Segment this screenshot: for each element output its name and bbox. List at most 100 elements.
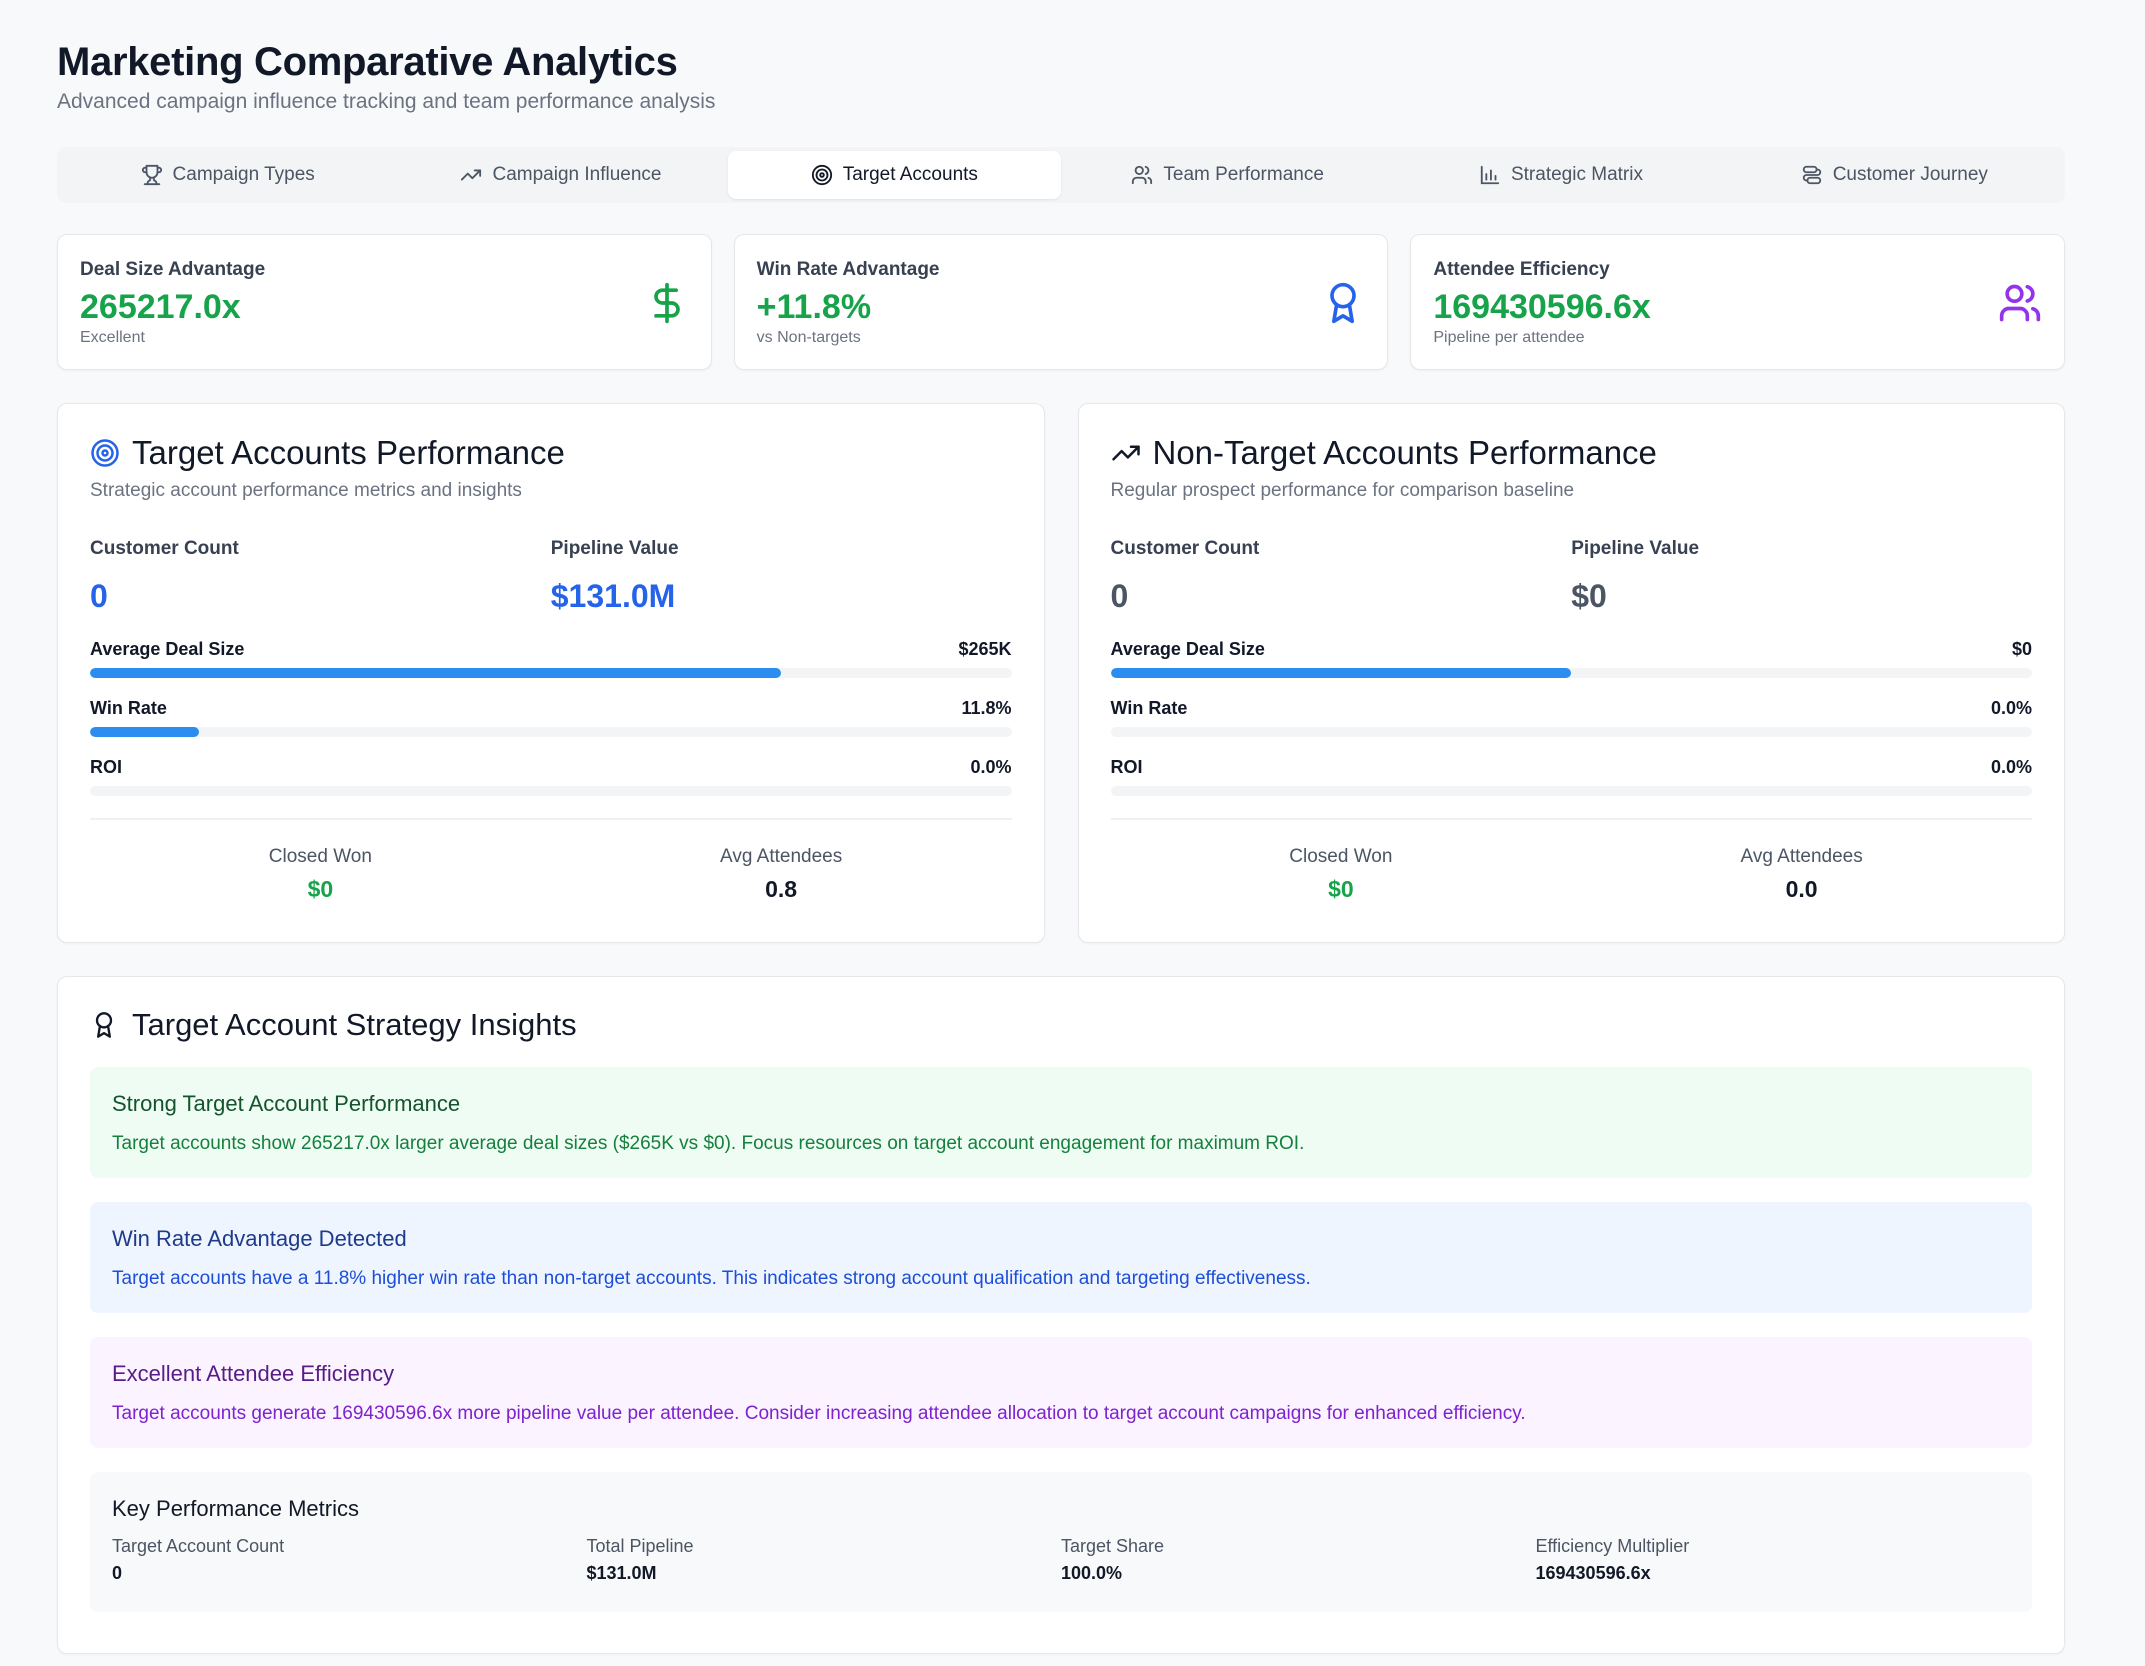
page-subtitle: Advanced campaign influence tracking and… [57,90,716,113]
kpi-sub: Excellent [80,329,145,346]
key-metric: Total Pipeline $131.0M [587,1536,1062,1584]
bar-value: 0.0% [970,757,1012,777]
card-header: Target Accounts Performance [90,434,1012,472]
metric-label: Customer Count [1110,538,1260,559]
progress-fill [90,668,782,678]
bar-label: Average Deal Size [90,639,245,659]
target-accounts-card: Target Accounts Performance Strategic ac… [57,403,1045,943]
metric-customer-count: Customer Count 0 [1111,538,1572,615]
insight-win-rate: Win Rate Advantage Detected Target accou… [90,1202,2032,1313]
tab-target-accounts[interactable]: Target Accounts [727,151,1061,199]
insights-title: Target Account Strategy Insights [132,1007,577,1042]
bar-label: ROI [1110,757,1143,777]
bar-value: 0.0% [1990,757,2032,777]
key-metrics-title: Key Performance Metrics [112,1496,359,1521]
users-icon [1999,284,2041,322]
route-icon [1802,165,1821,185]
tab-label: Strategic Matrix [1510,164,1643,185]
tab-strategic-matrix[interactable]: Strategic Matrix [1394,151,1727,199]
key-metric: Efficiency Multiplier 169430596.6x [1536,1536,2011,1584]
metric-value: $131.0M [550,578,676,614]
progress-track [1110,668,2032,678]
key-metric-value: 0 [112,1563,123,1583]
kpi-value: +11.8% [756,288,872,326]
bar-chart-icon [1480,165,1500,185]
kpi-label: Attendee Efficiency [1433,259,1610,280]
strategy-insights-card: Target Account Strategy Insights Strong … [57,976,2065,1654]
card-subtitle: Regular prospect performance for compari… [1110,480,1575,501]
bar-label: ROI [90,757,123,777]
key-metric-value: 100.0% [1061,1563,1123,1583]
foot-label: Avg Attendees [1740,846,1863,867]
key-metric-label: Total Pipeline [586,1536,694,1556]
divider [90,818,1012,820]
tab-label: Target Accounts [842,164,978,185]
avg-deal-size-bar: Average Deal Size $0 [1110,639,2032,678]
kpi-value: 265217.0x [80,288,241,326]
metric-value: $0 [1571,578,1607,614]
tab-customer-journey[interactable]: Customer Journey [1728,151,2061,199]
key-metric-value: 169430596.6x [1535,1563,1651,1583]
roi-bar: ROI 0.0% [90,757,1012,796]
kpi-card-win-rate: Win Rate Advantage +11.8% vs Non-targets [733,234,1389,370]
metric-value: 0 [1110,578,1129,614]
metric-grid: Customer Count 0 Pipeline Value $131.0M [90,538,1012,615]
card-footer: Closed Won $0 Avg Attendees 0.8 [90,846,1012,903]
key-metric-label: Efficiency Multiplier [1535,1536,1690,1556]
insight-title: Strong Target Account Performance [112,1091,461,1116]
metric-grid: Customer Count 0 Pipeline Value $0 [1111,538,2033,615]
tab-campaign-types[interactable]: Campaign Types [61,151,394,199]
foot-label: Avg Attendees [720,846,843,867]
kpi-label: Deal Size Advantage [80,259,266,280]
kpi-value: 169430596.6x [1433,288,1651,326]
progress-fill [90,727,199,737]
foot-label: Closed Won [268,846,372,867]
kpi-sub: vs Non-targets [756,329,861,346]
insight-text: Target accounts have a 11.8% higher win … [112,1268,1311,1289]
page-title: Marketing Comparative Analytics [57,40,678,84]
roi-bar: ROI 0.0% [1110,757,2032,796]
win-rate-bar: Win Rate 0.0% [1110,698,2032,737]
foot-value: 0.0 [1785,876,1818,902]
win-rate-bar: Win Rate 11.8% [90,698,1012,737]
insight-title: Excellent Attendee Efficiency [112,1361,395,1386]
tab-team-performance[interactable]: Team Performance [1061,151,1394,199]
metric-pipeline-value: Pipeline Value $131.0M [551,538,1012,615]
progress-track [90,668,1012,678]
tab-campaign-influence[interactable]: Campaign Influence [394,151,727,199]
non-target-accounts-card: Non-Target Accounts Performance Regular … [1077,403,2065,943]
kpi-row: Deal Size Advantage 265217.0x Excellent … [57,234,2066,370]
insight-attendee-efficiency: Excellent Attendee Efficiency Target acc… [90,1337,2032,1448]
metric-label: Customer Count [90,538,239,559]
insight-strong-performance: Strong Target Account Performance Target… [90,1067,2032,1178]
insight-text: Target accounts generate 169430596.6x mo… [112,1403,1526,1424]
bar-value: $0 [2011,639,2032,659]
kpi-label: Win Rate Advantage [756,259,940,280]
key-performance-metrics: Key Performance Metrics Target Account C… [90,1472,2032,1612]
card-subtitle: Strategic account performance metrics an… [90,480,522,501]
foot-value: $0 [1328,876,1354,902]
bar-value: 0.0% [1990,698,2032,718]
bar-value: $265K [958,639,1012,659]
metric-customer-count: Customer Count 0 [90,538,551,615]
insight-text: Target accounts show 265217.0x larger av… [112,1133,1305,1154]
avg-attendees: Avg Attendees 0.8 [551,846,1012,903]
card-header: Non-Target Accounts Performance [1111,434,2033,472]
metric-label: Pipeline Value [550,538,679,559]
insight-title: Win Rate Advantage Detected [112,1226,407,1251]
insights-header: Target Account Strategy Insights [90,1007,2032,1043]
progress-fill [1110,668,1572,678]
progress-track [1110,786,2032,796]
target-icon [811,164,832,186]
key-metric: Target Account Count 0 [112,1536,587,1584]
divider [1110,818,2032,820]
performance-row: Target Accounts Performance Strategic ac… [57,403,2065,943]
foot-value: $0 [307,876,334,902]
card-footer: Closed Won $0 Avg Attendees 0.0 [1111,846,2033,903]
award-icon [95,1012,113,1038]
metric-pipeline-value: Pipeline Value $0 [1571,538,2032,615]
kpi-sub: Pipeline per attendee [1433,329,1585,346]
progress-track [1110,727,2032,737]
tab-label: Team Performance [1163,164,1324,185]
avg-attendees: Avg Attendees 0.0 [1571,846,2032,903]
